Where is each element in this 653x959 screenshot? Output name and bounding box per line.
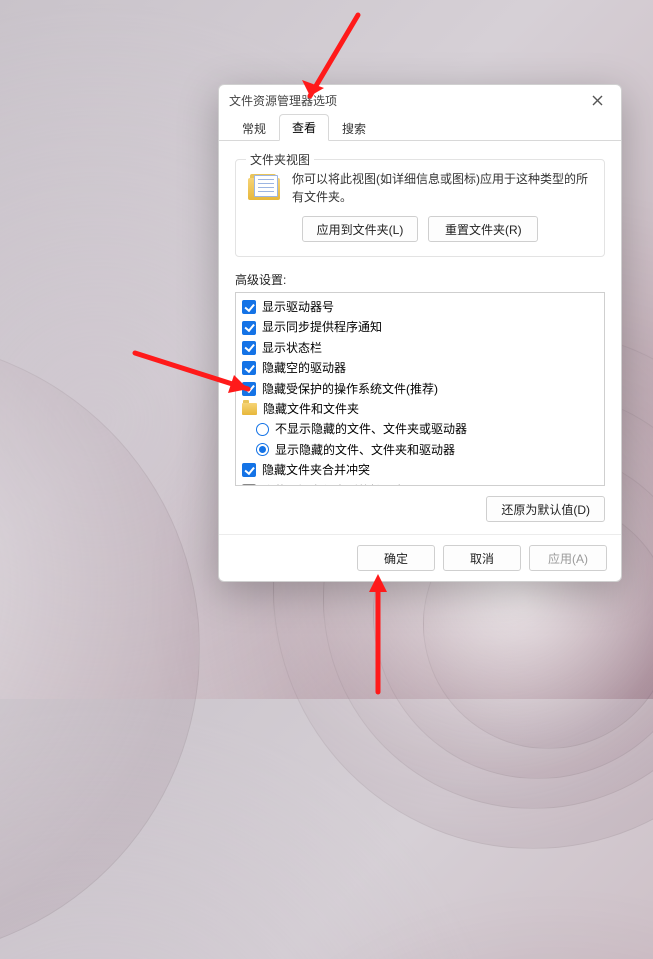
tree-item[interactable]: 隐藏文件和文件夹 [242, 399, 598, 419]
cancel-button[interactable]: 取消 [443, 545, 521, 571]
folder-icon [242, 403, 257, 415]
radio-icon[interactable] [256, 443, 269, 456]
tree-item-label: 隐藏空的驱动器 [262, 358, 346, 378]
tree-item[interactable]: 隐藏已知文件类型的扩展名 [242, 481, 598, 486]
advanced-settings-label: 高级设置: [235, 271, 605, 288]
tree-item[interactable]: 隐藏受保护的操作系统文件(推荐) [242, 379, 598, 399]
tree-item-label: 显示驱动器号 [262, 297, 334, 317]
checkbox-icon[interactable] [242, 382, 256, 396]
dialog-footer: 确定 取消 应用(A) [219, 534, 621, 581]
dialog-title: 文件资源管理器选项 [229, 92, 337, 109]
tree-item[interactable]: 显示隐藏的文件、文件夹和驱动器 [242, 440, 598, 460]
reset-folders-button[interactable]: 重置文件夹(R) [428, 216, 538, 242]
close-icon[interactable] [583, 86, 611, 114]
checkbox-icon[interactable] [242, 341, 256, 355]
checkbox-icon[interactable] [242, 361, 256, 375]
checkbox-icon[interactable] [242, 300, 256, 314]
tab-general[interactable]: 常规 [229, 115, 279, 141]
titlebar: 文件资源管理器选项 [219, 85, 621, 115]
tree-item-label: 隐藏已知文件类型的扩展名 [262, 481, 406, 486]
tree-item-label: 显示隐藏的文件、文件夹和驱动器 [275, 440, 455, 460]
tree-item[interactable]: 显示同步提供程序通知 [242, 317, 598, 337]
tab-view[interactable]: 查看 [279, 114, 329, 141]
advanced-settings-tree[interactable]: 显示驱动器号显示同步提供程序通知显示状态栏隐藏空的驱动器隐藏受保护的操作系统文件… [235, 292, 605, 486]
tree-item[interactable]: 显示状态栏 [242, 338, 598, 358]
folder-views-group-label: 文件夹视图 [246, 151, 314, 168]
folder-views-group: 文件夹视图 你可以将此视图(如详细信息或图标)应用于这种类型的所有文件夹。 应用… [235, 159, 605, 257]
folder-views-description: 你可以将此视图(如详细信息或图标)应用于这种类型的所有文件夹。 [292, 170, 592, 206]
tree-item[interactable]: 不显示隐藏的文件、文件夹或驱动器 [242, 419, 598, 439]
checkbox-icon[interactable] [242, 484, 256, 486]
tree-item-label: 不显示隐藏的文件、文件夹或驱动器 [275, 419, 467, 439]
tree-item[interactable]: 隐藏空的驱动器 [242, 358, 598, 378]
tree-item[interactable]: 显示驱动器号 [242, 297, 598, 317]
checkbox-icon[interactable] [242, 321, 256, 335]
ok-button[interactable]: 确定 [357, 545, 435, 571]
folder-options-dialog: 文件资源管理器选项 常规 查看 搜索 文件夹视图 你可以将此视图(如详细信息或图… [218, 84, 622, 582]
apply-button[interactable]: 应用(A) [529, 545, 607, 571]
tree-item-label: 显示同步提供程序通知 [262, 317, 382, 337]
tree-item-label: 隐藏文件和文件夹 [263, 399, 359, 419]
folder-icon [248, 174, 282, 204]
tabs: 常规 查看 搜索 [219, 115, 621, 141]
restore-defaults-button[interactable]: 还原为默认值(D) [486, 496, 605, 522]
tree-item-label: 隐藏受保护的操作系统文件(推荐) [262, 379, 438, 399]
tree-item-label: 显示状态栏 [262, 338, 322, 358]
tree-item[interactable]: 隐藏文件夹合并冲突 [242, 460, 598, 480]
apply-to-folders-button[interactable]: 应用到文件夹(L) [302, 216, 419, 242]
tab-search[interactable]: 搜索 [329, 115, 379, 141]
checkbox-icon[interactable] [242, 463, 256, 477]
radio-icon[interactable] [256, 423, 269, 436]
tree-item-label: 隐藏文件夹合并冲突 [262, 460, 370, 480]
